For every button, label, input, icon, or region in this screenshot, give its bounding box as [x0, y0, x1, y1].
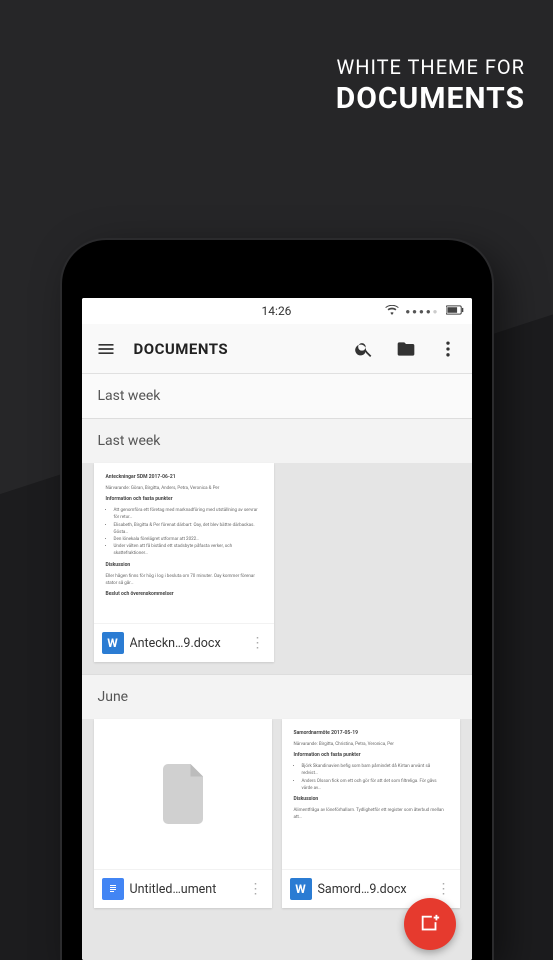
promo-banner: WHITE THEME FOR DOCUMENTS — [336, 55, 525, 116]
section-header-lastweek: Last week — [82, 419, 472, 463]
gdoc-icon — [102, 878, 124, 900]
menu-icon[interactable] — [92, 335, 120, 363]
section-header-june: June — [82, 675, 472, 719]
document-card[interactable]: Samordnarmöte 2017-05-19 Närvarande: Bir… — [282, 719, 460, 908]
signal-dots-icon: ●●●●● — [405, 307, 439, 316]
battery-icon — [446, 304, 464, 318]
word-doc-icon: W — [290, 878, 312, 900]
document-preview-empty — [94, 719, 272, 869]
status-time: 14:26 — [262, 304, 292, 318]
document-name: Anteckn…9.docx — [130, 636, 244, 651]
search-icon[interactable] — [350, 335, 378, 363]
card-overflow-icon[interactable]: ⋮ — [436, 881, 452, 897]
app-screen: 14:26 ●●●●● DOCUMENTS — [82, 298, 472, 960]
app-toolbar: DOCUMENTS — [82, 324, 472, 374]
document-list[interactable]: Last week Last week Anteckningar SDM 201… — [82, 374, 472, 960]
toolbar-title: DOCUMENTS — [134, 340, 229, 358]
create-button[interactable] — [404, 898, 456, 950]
card-overflow-icon[interactable]: ⋮ — [250, 635, 266, 651]
overflow-icon[interactable] — [434, 335, 462, 363]
promo-line1: WHITE THEME FOR — [336, 55, 525, 79]
document-card[interactable]: Untitled…ument ⋮ — [94, 719, 272, 908]
word-doc-icon: W — [102, 632, 124, 654]
folder-icon[interactable] — [392, 335, 420, 363]
section-header-top: Last week — [82, 374, 472, 418]
document-preview: Samordnarmöte 2017-05-19 Närvarande: Bir… — [282, 719, 460, 869]
status-bar: 14:26 ●●●●● — [82, 298, 472, 324]
promo-line2: DOCUMENTS — [336, 81, 525, 116]
wifi-icon — [385, 304, 399, 318]
phone-frame: 14:26 ●●●●● DOCUMENTS — [62, 240, 492, 960]
document-name: Untitled…ument — [130, 882, 242, 897]
document-preview: Anteckningar SDM 2017-06-21 Närvarande: … — [94, 463, 274, 623]
document-card[interactable]: Anteckningar SDM 2017-06-21 Närvarande: … — [94, 463, 274, 662]
document-name: Samord…9.docx — [318, 882, 430, 897]
card-overflow-icon[interactable]: ⋮ — [248, 881, 264, 897]
